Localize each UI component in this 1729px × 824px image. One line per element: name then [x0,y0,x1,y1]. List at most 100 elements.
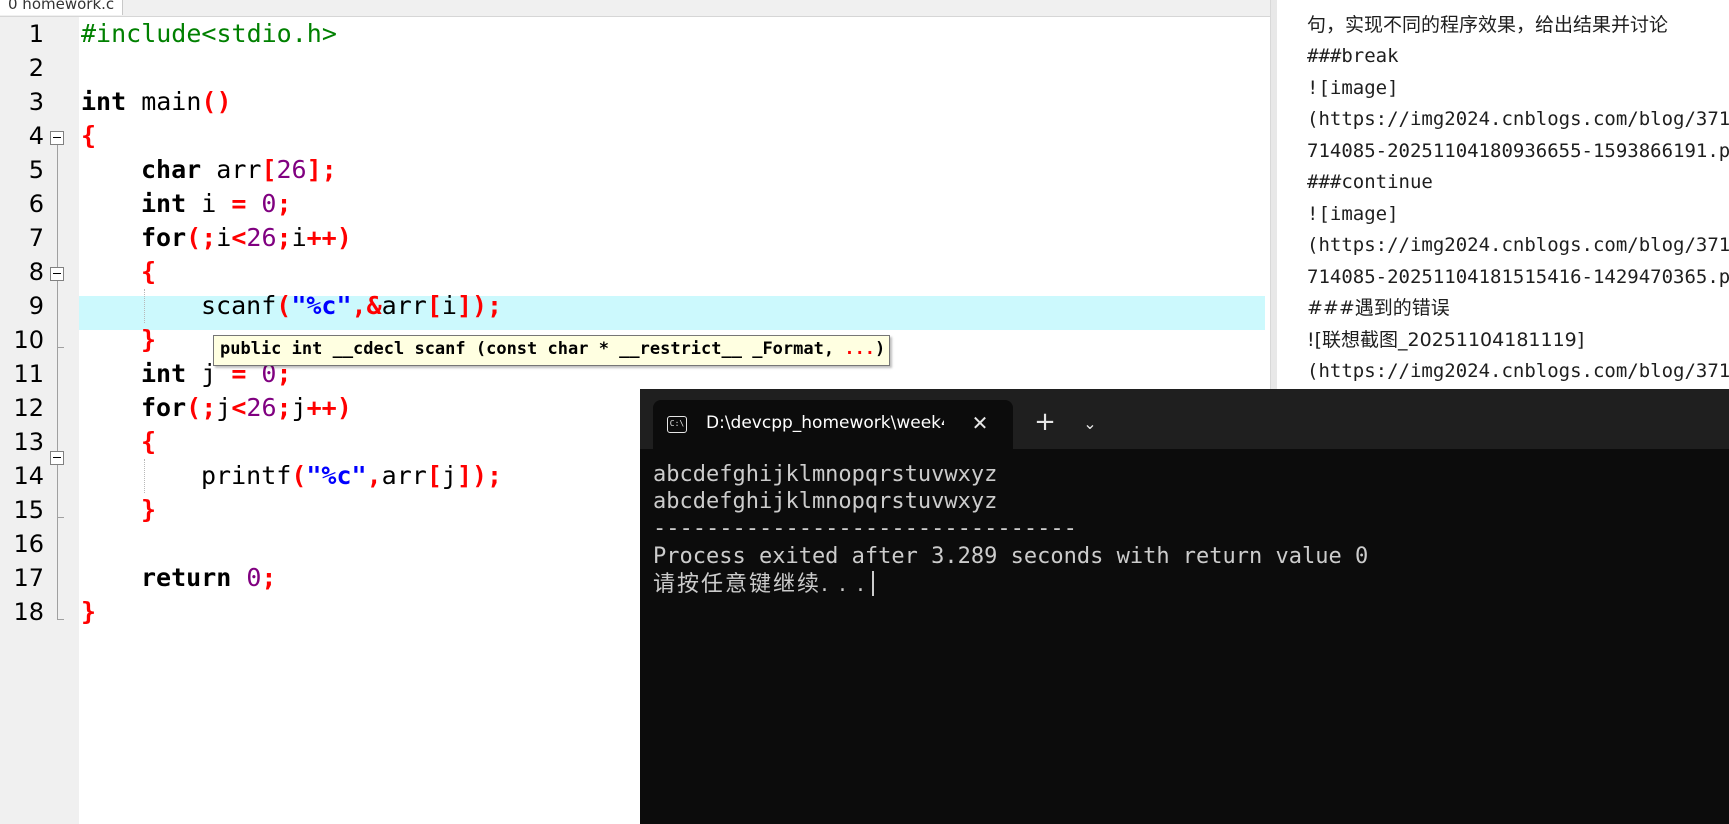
identifier: arr [201,155,262,184]
editor-file-tab[interactable]: 0 homework.c [0,0,124,15]
blog-text-line: (https://img2024.cnblogs.com/blog/3713 [1307,108,1729,130]
line-number: 5 [28,156,44,184]
number: 0 [246,189,277,218]
close-tab-button[interactable]: ✕ [965,400,995,447]
fold-collapse-icon[interactable] [50,451,64,465]
brace: } [81,597,97,626]
line-number: 15 [13,496,44,524]
brace: { [141,427,157,456]
symbol: ; [276,189,292,218]
terminal-output[interactable]: abcdefghijklmnopqrstuvwxyz abcdefghijklm… [653,461,1723,821]
function-signature-tooltip: public int __cdecl scanf (const char * _… [213,335,891,366]
number: 0 [231,563,262,592]
blog-text-line: (https://img2024.cnblogs.com/blog/3713 [1307,234,1729,256]
fold-collapse-icon[interactable] [50,267,64,281]
symbol: ; [276,223,292,252]
symbol: (; [186,223,217,252]
blog-text-line: ![联想截图_20251104181119] [1307,329,1585,351]
line-number-gutter: 1 2 3 4 5 6 7 8 9 10 11 12 13 14 15 16 1… [0,17,79,824]
blog-text-line: 714085-20251104181515416-1429470365.pn [1307,266,1729,288]
fold-end-marker [57,347,64,348]
symbol: ,& [351,291,382,320]
terminal-window[interactable]: C:\ D:\devcpp_homework\week4.l ✕ + ⌄ abc… [640,389,1729,824]
code-line-1: #include<stdio.h> [81,17,337,51]
preprocessor-directive: #include<stdio.h> [81,19,337,48]
code-line-3: int main() [81,85,232,119]
symbol: (; [186,393,217,422]
identifier: j [216,393,232,422]
keyword: for [141,393,187,422]
blog-text-line: ![image] [1307,203,1399,225]
code-line-9: scanf("%c",&arr[i]); [201,289,502,323]
symbol: ]; [306,155,337,184]
blog-text-line: (https://img2024.cnblogs.com/blog/3713 [1307,360,1729,382]
blog-editor-pane[interactable]: 句，实现不同的程序效果，给出结果并讨论 ###break ![image] (h… [1270,0,1729,390]
blog-text-line: ![image] [1307,77,1399,99]
identifier: j [291,393,307,422]
string-literal: "%c" [306,461,367,490]
identifier: scanf [201,291,277,320]
code-line-6: int i = 0; [141,187,292,221]
brace: { [81,121,97,150]
symbol: [ [426,461,442,490]
blog-text-line: ###遇到的错误 [1307,297,1450,319]
code-line-5: char arr[26]; [141,153,337,187]
code-line-13: { [141,425,156,459]
identifier: arr [381,291,427,320]
keyword: int [141,189,187,218]
keyword: for [141,223,187,252]
symbol: < [231,393,247,422]
pane-splitter[interactable] [1271,0,1277,390]
terminal-tab[interactable]: C:\ D:\devcpp_homework\week4.l ✕ [653,400,1013,449]
terminal-title-bar[interactable]: C:\ D:\devcpp_homework\week4.l ✕ + ⌄ [640,389,1729,449]
identifier: arr [381,461,427,490]
symbol: ; [276,393,292,422]
line-number: 17 [13,564,44,592]
terminal-tab-title: D:\devcpp_homework\week4.l [706,413,944,433]
line-number: 13 [13,428,44,456]
blog-text-line: 句，实现不同的程序效果，给出结果并讨论 [1307,14,1669,36]
fold-end-marker [57,619,64,620]
text-cursor [871,571,874,596]
code-line-14: printf("%c",arr[j]); [201,459,502,493]
blog-text-line: ###break [1307,45,1399,67]
keyword: return [141,563,232,592]
line-number: 1 [28,20,44,48]
blog-text-line: ###continue [1307,171,1433,193]
symbol: ++) [306,223,352,252]
new-tab-button[interactable]: + [1025,400,1065,447]
line-number: 18 [13,598,44,626]
fold-end-marker [57,517,64,518]
symbol: ]); [456,461,503,490]
symbol: ( [291,461,307,490]
number: 26 [246,223,277,252]
identifier: main [126,87,202,116]
tooltip-close-paren: ) [875,339,886,359]
symbol: ++) [306,393,352,422]
line-number: 4 [28,122,44,150]
indent-guide [144,459,145,493]
number: 26 [246,393,277,422]
code-line-10: } [141,323,156,357]
identifier: j [441,461,457,490]
indent-guide [144,289,145,323]
identifier: i [291,223,307,252]
code-line-18: } [81,595,96,629]
symbol: () [201,87,232,116]
identifier: i [216,223,232,252]
keyword: int [141,359,187,388]
chevron-down-icon[interactable]: ⌄ [1072,400,1108,447]
string-literal: "%c" [291,291,352,320]
symbol: ( [276,291,292,320]
editor-tab-strip: 0 homework.c [0,0,1270,17]
code-line-15: } [141,493,156,527]
fold-collapse-icon[interactable] [50,131,64,145]
line-number: 2 [28,54,44,82]
symbol: < [231,223,247,252]
symbol: [ [261,155,277,184]
line-number: 10 [13,326,44,354]
identifier: i [441,291,457,320]
line-number: 7 [28,224,44,252]
code-line-12: for(;j<26;j++) [141,391,352,425]
line-number: 16 [13,530,44,558]
